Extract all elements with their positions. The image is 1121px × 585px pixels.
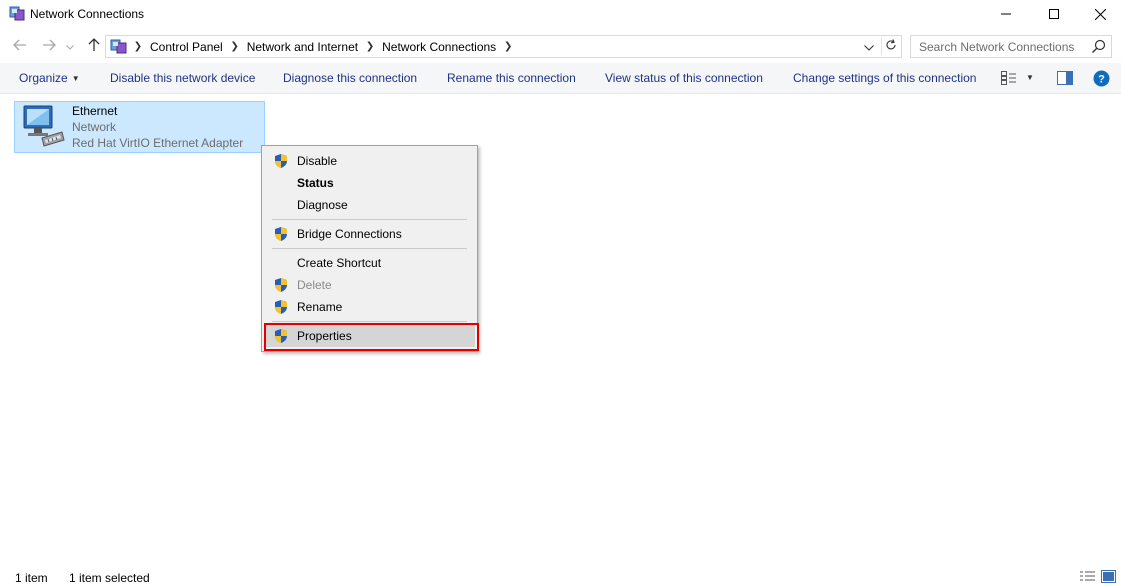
change-view-icon[interactable] (1001, 71, 1017, 85)
menu-label-properties: Properties (297, 329, 352, 343)
address-bar[interactable]: ❯ Control Panel ❯ Network and Internet ❯… (105, 35, 902, 58)
diagnose-connection-button[interactable]: Diagnose this connection (283, 71, 417, 85)
menu-label-disable: Disable (297, 154, 338, 168)
menu-item-create-shortcut[interactable]: Create Shortcut (264, 252, 475, 274)
up-button[interactable] (84, 36, 104, 56)
menu-separator (272, 321, 467, 322)
details-view-icon[interactable] (1080, 570, 1095, 583)
menu-item-bridge-connections[interactable]: Bridge Connections (264, 223, 475, 245)
menu-label-status: Status (297, 176, 334, 190)
chevron-right-icon[interactable]: ❯ (228, 41, 242, 52)
uac-shield-icon (273, 328, 289, 344)
title-bar: Network Connections (0, 0, 1121, 28)
refresh-icon (885, 39, 897, 54)
connections-list: Ethernet Network Red Hat VirtIO Ethernet… (0, 95, 1121, 565)
caret-down-icon[interactable]: ▼ (1026, 73, 1034, 82)
uac-shield-icon (273, 226, 289, 242)
menu-label-bridge-connections: Bridge Connections (297, 227, 402, 241)
uac-shield-icon (273, 153, 289, 169)
menu-label-diagnose: Diagnose (297, 198, 348, 212)
search-icon[interactable] (1091, 39, 1106, 54)
menu-item-disable[interactable]: Disable (264, 150, 475, 172)
menu-item-rename[interactable]: Rename (264, 296, 475, 318)
menu-label-rename: Rename (297, 300, 343, 314)
menu-label-create-shortcut: Create Shortcut (297, 256, 382, 270)
disable-device-button[interactable]: Disable this network device (110, 71, 255, 85)
back-button[interactable] (10, 36, 30, 56)
menu-item-diagnose[interactable]: Diagnose (264, 194, 475, 216)
change-settings-button[interactable]: Change settings of this connection (793, 71, 976, 85)
preview-pane-icon[interactable] (1057, 71, 1073, 85)
view-status-button[interactable]: View status of this connection (605, 71, 763, 85)
menu-separator (272, 219, 467, 220)
search-input[interactable]: Search Network Connections (910, 35, 1112, 58)
uac-shield-icon (273, 299, 289, 315)
command-bar: Organize ▼ Disable this network device Di… (0, 63, 1121, 94)
status-bar: 1 item 1 item selected (0, 566, 1121, 585)
connection-adapter: Red Hat VirtIO Ethernet Adapter (72, 136, 244, 150)
search-placeholder: Search Network Connections (919, 40, 1075, 54)
caret-down-icon: ▼ (71, 74, 80, 83)
breadcrumb: ❯ Control Panel ❯ Network and Internet ❯… (131, 36, 515, 57)
rename-connection-button[interactable]: Rename this connection (447, 71, 576, 85)
ethernet-connection-item[interactable]: Ethernet Network Red Hat VirtIO Ethernet… (14, 101, 265, 153)
selected-count: 1 item selected (69, 571, 150, 585)
network-connections-icon (9, 6, 25, 22)
forward-button[interactable] (39, 36, 59, 56)
ethernet-adapter-icon (18, 104, 66, 150)
menu-item-status[interactable]: Status (264, 172, 475, 194)
breadcrumb-network-and-internet[interactable]: Network and Internet (242, 40, 363, 54)
chevron-down-icon (864, 40, 874, 54)
breadcrumb-network-connections[interactable]: Network Connections (377, 40, 501, 54)
help-icon[interactable]: ? (1093, 70, 1110, 87)
breadcrumb-control-panel[interactable]: Control Panel (145, 40, 228, 54)
chevron-down-icon (66, 39, 74, 53)
arrow-right-icon (42, 39, 56, 54)
menu-item-delete[interactable]: Delete (264, 274, 475, 296)
menu-separator (272, 248, 467, 249)
connection-network: Network (72, 120, 117, 134)
connection-name: Ethernet (72, 104, 118, 118)
chevron-right-icon[interactable]: ❯ (501, 41, 515, 52)
chevron-right-icon[interactable]: ❯ (131, 41, 145, 52)
maximize-button[interactable] (1031, 0, 1077, 28)
tiles-view-icon[interactable] (1101, 570, 1116, 583)
refresh-button[interactable] (881, 38, 899, 55)
window-title: Network Connections (30, 7, 145, 21)
minimize-button[interactable] (983, 0, 1029, 28)
context-menu: Disable Status Diagnose Bridge Connectio… (261, 145, 479, 352)
organize-button[interactable]: Organize ▼ (19, 71, 80, 85)
arrow-left-icon (13, 39, 27, 54)
menu-label-delete: Delete (297, 278, 332, 292)
arrow-up-icon (88, 37, 100, 55)
address-row: ❯ Control Panel ❯ Network and Internet ❯… (0, 32, 1121, 60)
organize-label: Organize (19, 71, 68, 85)
uac-shield-icon (273, 277, 289, 293)
recent-locations-button[interactable] (63, 36, 77, 56)
control-panel-icon (110, 38, 127, 55)
address-dropdown-button[interactable] (861, 38, 877, 55)
item-count: 1 item (15, 571, 48, 585)
chevron-right-icon[interactable]: ❯ (363, 41, 377, 52)
close-button[interactable] (1077, 0, 1121, 28)
svg-text:?: ? (1098, 74, 1105, 86)
menu-item-properties[interactable]: Properties (264, 323, 479, 351)
